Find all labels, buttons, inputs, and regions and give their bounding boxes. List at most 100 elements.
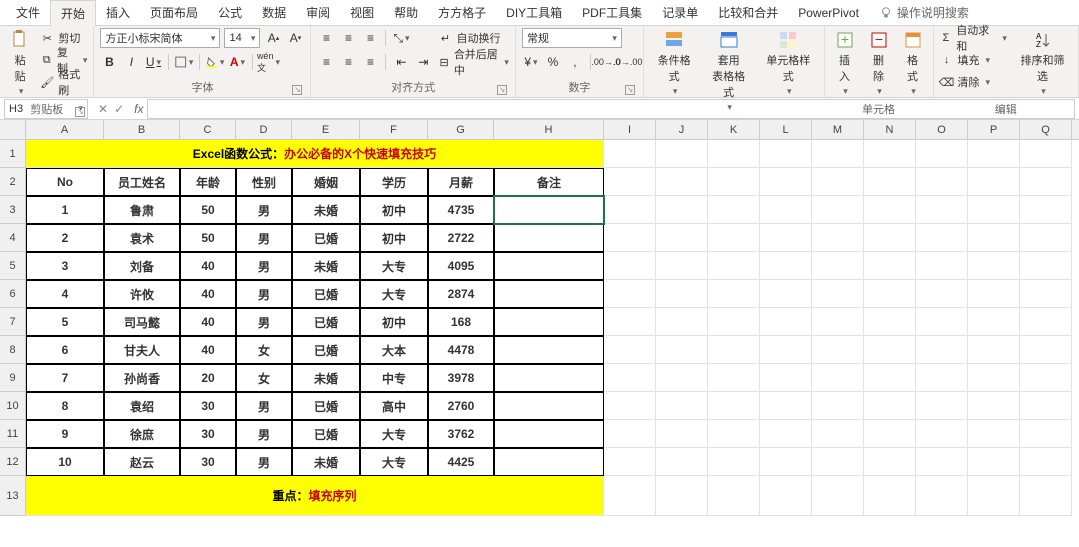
cell[interactable]: 中专: [360, 364, 428, 392]
row-header[interactable]: 9: [0, 364, 25, 392]
cell[interactable]: 9: [26, 420, 104, 448]
cell[interactable]: 40: [180, 336, 236, 364]
tell-me[interactable]: 操作说明搜索: [879, 4, 969, 21]
cell[interactable]: [604, 364, 656, 392]
cell[interactable]: 学历: [360, 168, 428, 196]
formula-input[interactable]: [147, 99, 1075, 119]
col-header[interactable]: F: [360, 120, 428, 139]
delete-cells-button[interactable]: −删除▾: [865, 28, 893, 99]
cell[interactable]: 年龄: [180, 168, 236, 196]
tab-layout[interactable]: 页面布局: [140, 0, 208, 25]
tab-record[interactable]: 记录单: [652, 0, 708, 25]
decrease-indent-button[interactable]: ⇤: [392, 53, 410, 71]
row-headers[interactable]: 12345678910111213: [0, 140, 26, 516]
cell[interactable]: [864, 476, 916, 516]
cell[interactable]: [604, 280, 656, 308]
decrease-font-button[interactable]: A▾: [286, 29, 304, 47]
cell[interactable]: [708, 336, 760, 364]
cell[interactable]: [656, 224, 708, 252]
cell[interactable]: [760, 252, 812, 280]
cell[interactable]: 大专: [360, 252, 428, 280]
row-header[interactable]: 10: [0, 392, 25, 420]
cell[interactable]: 大专: [360, 280, 428, 308]
dialog-launcher-icon[interactable]: ↘: [75, 107, 85, 117]
clear-button[interactable]: ⌫清除▾: [940, 72, 1007, 92]
cell[interactable]: [760, 308, 812, 336]
tab-file[interactable]: 文件: [6, 0, 50, 25]
cell[interactable]: [604, 420, 656, 448]
cell[interactable]: 男: [236, 448, 292, 476]
tab-data[interactable]: 数据: [252, 0, 296, 25]
decrease-decimal-button[interactable]: .0→.00: [619, 53, 637, 71]
cell[interactable]: [760, 224, 812, 252]
cell[interactable]: 甘夫人: [104, 336, 180, 364]
font-color-button[interactable]: A▾: [228, 53, 246, 71]
cell[interactable]: [604, 196, 656, 224]
cell[interactable]: [968, 224, 1020, 252]
row-header[interactable]: 13: [0, 476, 25, 516]
sort-filter-button[interactable]: AZ排序和筛选▾: [1013, 28, 1072, 99]
row-header[interactable]: 5: [0, 252, 25, 280]
tab-formulas[interactable]: 公式: [208, 0, 252, 25]
cell[interactable]: [656, 420, 708, 448]
conditional-format-button[interactable]: 条件格式▾: [650, 28, 698, 99]
cell[interactable]: [812, 336, 864, 364]
cell[interactable]: 男: [236, 308, 292, 336]
cell[interactable]: 2874: [428, 280, 494, 308]
cell[interactable]: [864, 280, 916, 308]
cell[interactable]: [604, 336, 656, 364]
cell[interactable]: 50: [180, 224, 236, 252]
cell[interactable]: 2722: [428, 224, 494, 252]
col-header[interactable]: K: [708, 120, 760, 139]
worksheet[interactable]: ABCDEFGHIJKLMNOPQ 12345678910111213 Exce…: [0, 120, 1079, 547]
cell[interactable]: [656, 280, 708, 308]
cell[interactable]: [760, 280, 812, 308]
cell[interactable]: [656, 392, 708, 420]
cell[interactable]: [916, 224, 968, 252]
col-header[interactable]: E: [292, 120, 360, 139]
cell[interactable]: [708, 476, 760, 516]
row-header[interactable]: 12: [0, 448, 25, 476]
cell[interactable]: [656, 364, 708, 392]
format-cells-button[interactable]: 格式▾: [899, 28, 927, 99]
cell[interactable]: 50: [180, 196, 236, 224]
cell[interactable]: [968, 308, 1020, 336]
cell[interactable]: No: [26, 168, 104, 196]
font-name-select[interactable]: 方正小标宋简体▾: [100, 28, 220, 48]
cell[interactable]: 大专: [360, 420, 428, 448]
merge-center-button[interactable]: ⊟合并后居中▾: [438, 52, 508, 72]
cell[interactable]: 婚姻: [292, 168, 360, 196]
col-header[interactable]: L: [760, 120, 812, 139]
cell[interactable]: [968, 364, 1020, 392]
cell[interactable]: 初中: [360, 196, 428, 224]
cell[interactable]: 女: [236, 364, 292, 392]
align-top-button[interactable]: ≡: [317, 29, 335, 47]
row-header[interactable]: 3: [0, 196, 25, 224]
enter-formula-button[interactable]: ✓: [114, 102, 124, 116]
cell[interactable]: 高中: [360, 392, 428, 420]
cell[interactable]: [708, 140, 760, 168]
cell[interactable]: [760, 168, 812, 196]
cell[interactable]: [812, 476, 864, 516]
cell[interactable]: [760, 336, 812, 364]
increase-decimal-button[interactable]: .00→.0: [597, 53, 615, 71]
cell[interactable]: 女: [236, 336, 292, 364]
cell[interactable]: [916, 140, 968, 168]
orientation-button[interactable]: ⤡▾: [392, 29, 410, 47]
cell[interactable]: [968, 420, 1020, 448]
cell[interactable]: 男: [236, 280, 292, 308]
bold-button[interactable]: B: [100, 53, 118, 71]
cell[interactable]: [494, 392, 604, 420]
cell[interactable]: [1020, 252, 1072, 280]
tab-review[interactable]: 审阅: [296, 0, 340, 25]
cell[interactable]: 重点：填充序列: [26, 476, 604, 516]
cell[interactable]: [656, 140, 708, 168]
insert-cells-button[interactable]: +插入▾: [831, 28, 859, 99]
cell[interactable]: 初中: [360, 224, 428, 252]
cell[interactable]: 袁术: [104, 224, 180, 252]
row-header[interactable]: 2: [0, 168, 25, 196]
tab-view[interactable]: 视图: [340, 0, 384, 25]
cell[interactable]: [916, 392, 968, 420]
cell[interactable]: [916, 168, 968, 196]
cell[interactable]: [760, 364, 812, 392]
